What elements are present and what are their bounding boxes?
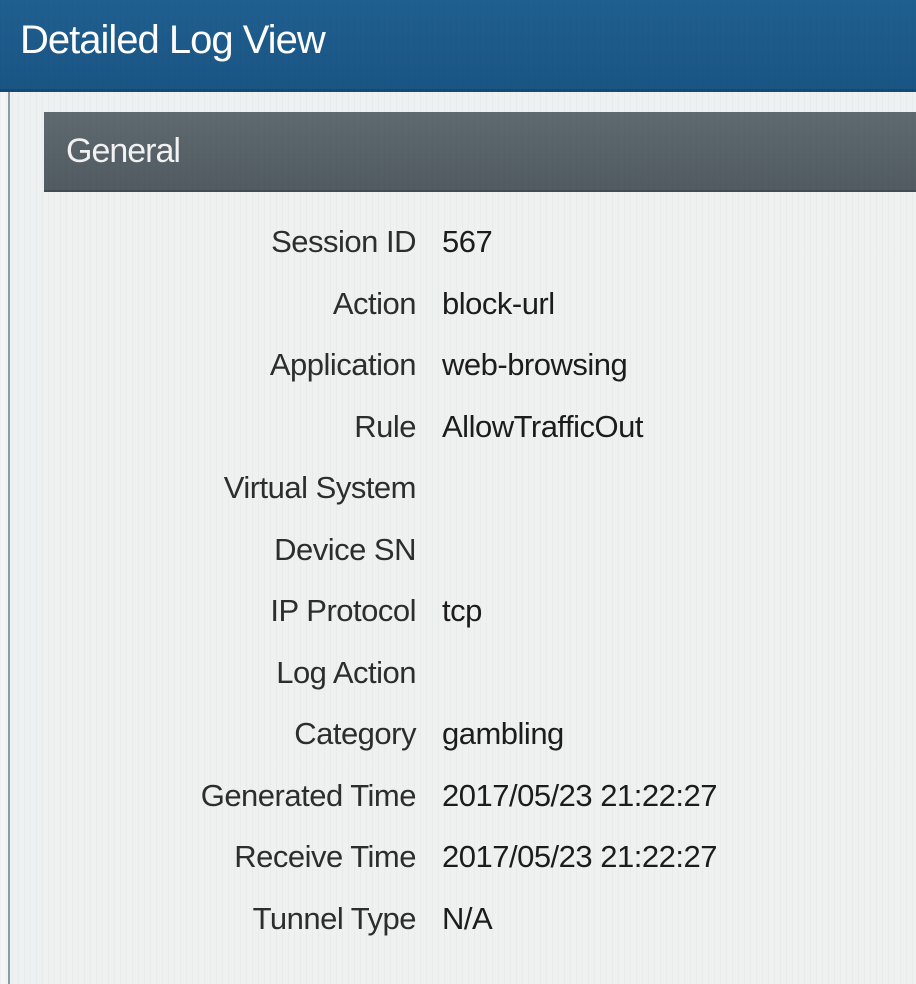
field-row-rule: Rule AllowTrafficOut	[44, 407, 916, 469]
field-row-ip-protocol: IP Protocol tcp	[44, 591, 916, 653]
field-value: 2017/05/23 21:22:27	[442, 839, 717, 874]
field-label: Category	[294, 716, 416, 751]
log-detail-window: Detailed Log View General Session ID 567…	[0, 0, 916, 984]
field-list: Session ID 567 Action block-url Applicat…	[44, 222, 916, 960]
general-section-header[interactable]: General	[44, 112, 916, 192]
field-value: block-url	[442, 285, 555, 321]
field-label: Generated Time	[200, 777, 417, 813]
field-value: AllowTrafficOut	[442, 408, 643, 444]
field-label: Rule	[354, 408, 416, 444]
field-row-generated-time: Generated Time 2017/05/23 21:22:27	[44, 776, 916, 838]
field-label: Device SN	[274, 531, 416, 567]
field-label: Receive Time	[234, 839, 416, 874]
field-row-action: Action block-url	[44, 284, 916, 346]
field-label: Virtual System	[223, 470, 417, 505]
field-value: tcp	[442, 593, 482, 628]
field-row-virtual-system: Virtual System	[44, 468, 916, 530]
field-row-receive-time: Receive Time 2017/05/23 21:22:27	[44, 837, 916, 899]
field-row-application: Application web-browsing	[44, 345, 916, 407]
field-label: Session ID	[271, 224, 416, 259]
field-label: Log Action	[276, 654, 416, 690]
field-row-category: Category gambling	[44, 714, 916, 776]
field-row-tunnel-type: Tunnel Type N/A	[44, 899, 916, 961]
field-label: Tunnel Type	[252, 900, 417, 936]
section-title: General	[66, 132, 181, 170]
field-label: Application	[269, 347, 417, 382]
field-value: N/A	[442, 900, 493, 936]
window-title: Detailed Log View	[20, 18, 326, 62]
window-titlebar[interactable]: Detailed Log View	[0, 0, 916, 92]
field-label: Action	[332, 285, 417, 321]
field-row-device-sn: Device SN	[44, 530, 916, 592]
window-left-border	[0, 92, 10, 984]
field-row-session-id: Session ID 567	[44, 222, 916, 284]
field-row-log-action: Log Action	[44, 653, 916, 715]
field-value: web-browsing	[442, 347, 628, 382]
general-panel: General Session ID 567 Action block-url …	[44, 112, 916, 984]
field-label: IP Protocol	[270, 593, 416, 628]
field-value: 2017/05/23 21:22:27	[442, 777, 717, 813]
field-value: 567	[442, 224, 493, 259]
field-value: gambling	[442, 716, 564, 751]
